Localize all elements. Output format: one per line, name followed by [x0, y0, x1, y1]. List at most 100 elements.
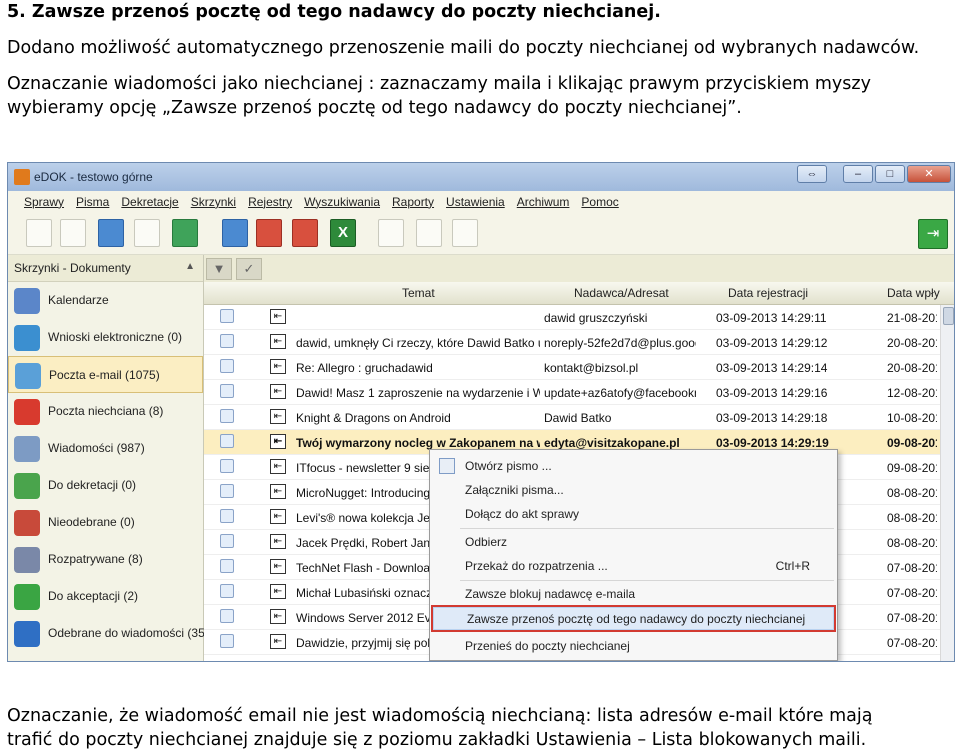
sidebar-item-label: Nieodebrane (0) [48, 515, 135, 529]
info-icon [14, 621, 40, 647]
sidebar-item[interactable]: Poczta e-mail (1075) [8, 356, 203, 393]
register-green-icon[interactable] [292, 219, 318, 247]
grid-header: Temat Nadawca/Adresat Data rejestracji D… [204, 282, 954, 305]
menu-item-receive[interactable]: Odbierz [431, 530, 836, 554]
new-document-icon[interactable] [26, 219, 52, 247]
panel-header: Skrzynki - Dokumenty ▲ [8, 255, 203, 282]
incoming-mail-icon: ⇤ [270, 309, 286, 324]
sidebar-item[interactable]: Wiadomości (987) [8, 430, 203, 467]
menu-item-attachments[interactable]: Załączniki pisma... [431, 478, 836, 502]
globe-icon [14, 325, 40, 351]
menu-item-attach-to-case[interactable]: Dołącz do akt sprawy [431, 502, 836, 526]
sidebar-item[interactable]: Kalendarze [8, 282, 203, 319]
register-red-icon[interactable] [256, 219, 282, 247]
menu-item-block-sender[interactable]: Zawsze blokuj nadawcę e-maila [431, 582, 836, 606]
refresh-register-icon[interactable] [222, 219, 248, 247]
table-row[interactable]: ⇤ Knight & Dragons on Android Dawid Batko 0… [204, 405, 954, 430]
incoming-mail-icon: ⇤ [270, 359, 286, 374]
menu-skrzynki[interactable]: Skrzynki [185, 191, 242, 213]
paragraph-instructions-line-1: Oznaczanie wiadomości jako niechcianej :… [7, 74, 871, 94]
menu-separator [460, 580, 834, 581]
status-icon [220, 434, 234, 448]
cell-sender: noreply-52fe2d7d@plus.goog [544, 336, 696, 350]
sidebar-item[interactable]: Rozpatrywane (8) [8, 541, 203, 578]
column-header-registration-date[interactable]: Data rejestracji [728, 286, 808, 300]
table-row[interactable]: ⇤ Dawid! Masz 1 zaproszenie na wydarzenie… [204, 380, 954, 405]
menu-raporty[interactable]: Raporty [386, 191, 440, 213]
menu-wyszukiwania[interactable]: Wyszukiwania [298, 191, 386, 213]
menu-item-label: Zawsze przenoś pocztę od tego nadawcy do… [467, 612, 806, 626]
sidebar-item-label: Odebrane do wiadomości (35) [48, 626, 209, 640]
menu-item-move-to-junk[interactable]: Przenieś do poczty niechcianej [431, 634, 836, 658]
sidebar-item[interactable]: Do akceptacji (2) [8, 578, 203, 615]
menu-item-always-move-to-junk[interactable]: Zawsze przenoś pocztę od tego nadawcy do… [431, 605, 836, 632]
cell-date2: 07-08-201 [887, 586, 937, 600]
sidebar-item[interactable]: Wnioski elektroniczne (0) [8, 319, 203, 356]
menu-rejestry[interactable]: Rejestry [242, 191, 298, 213]
cell-date2: 08-08-201 [887, 511, 937, 525]
sidebar-item[interactable]: Odebrane do wiadomości (35) [8, 615, 209, 652]
import-document-icon[interactable] [98, 219, 124, 247]
menu-dekretacje[interactable]: Dekretacje [115, 191, 184, 213]
menu-item-forward[interactable]: Przekaż do rozpatrzenia ... Ctrl+R [431, 554, 836, 578]
menu-pisma[interactable]: Pisma [70, 191, 115, 213]
menu-archiwum[interactable]: Archiwum [511, 191, 576, 213]
paragraph-blocked-list-line-2: trafić do poczty niechcianej znajduje si… [7, 730, 867, 750]
cell-date2: 12-08-201 [887, 386, 937, 400]
table-row[interactable]: ⇤ dawid, umknęły Ci rzeczy, które Dawid B… [204, 330, 954, 355]
status-icon [220, 309, 234, 323]
panel-title: Skrzynki - Dokumenty [14, 261, 131, 275]
filter-check-icon[interactable]: ✓ [236, 258, 262, 280]
table-row[interactable]: ⇤ dawid gruszczyński 03-09-2013 14:29:11 21… [204, 305, 954, 330]
column-header-sender[interactable]: Nadawca/Adresat [574, 286, 669, 300]
column-header-receipt-date[interactable]: Data wpły [887, 286, 940, 300]
exit-icon[interactable]: ⇥ [918, 219, 948, 249]
filter-funnel-icon[interactable]: ▼ [206, 258, 232, 280]
incoming-mail-icon: ⇤ [270, 509, 286, 524]
title-bar: eDOK - testowo górne ⇔ – □ ✕ [8, 163, 954, 191]
cell-topic: Re: Allegro : gruchadawid [296, 361, 433, 375]
collapse-arrow-icon[interactable]: ▲ [185, 261, 195, 272]
maximize-button[interactable]: □ [875, 165, 905, 183]
incoming-mail-icon: ⇤ [270, 384, 286, 399]
menu-item-label: Załączniki pisma... [465, 483, 564, 497]
print-icon[interactable] [378, 219, 404, 247]
close-button[interactable]: ✕ [907, 165, 951, 183]
edit-document-icon[interactable] [172, 219, 198, 247]
minimize-button[interactable]: – [843, 165, 873, 183]
restore-size-button[interactable]: ⇔ [797, 165, 827, 183]
excel-export-icon[interactable]: X [330, 219, 356, 247]
print-preview-icon[interactable] [416, 219, 442, 247]
menu-item-label: Zawsze blokuj nadawcę e-maila [465, 587, 636, 601]
menu-pomoc[interactable]: Pomoc [575, 191, 624, 213]
sidebar-item[interactable]: Poczta niechciana (8) [8, 393, 203, 430]
table-row[interactable]: ⇤ Re: Allegro : gruchadawid kontakt@bizsol… [204, 355, 954, 380]
sidebar-item-label: Poczta e-mail (1075) [49, 368, 160, 382]
cell-date2: 21-08-201 [887, 311, 937, 325]
incoming-mail-icon: ⇤ [270, 334, 286, 349]
cell-date: 03-09-2013 14:29:19 [716, 436, 829, 450]
menu-item-label: Przekaż do rozpatrzenia ... [465, 559, 608, 573]
add-document-icon[interactable] [60, 219, 86, 247]
column-header-topic[interactable]: Temat [402, 286, 435, 300]
no-entry-icon [14, 399, 40, 425]
tree-icon [14, 473, 40, 499]
status-icon [220, 484, 234, 498]
incoming-mail-icon: ⇤ [270, 609, 286, 624]
vertical-scrollbar[interactable] [940, 305, 954, 661]
status-icon [220, 509, 234, 523]
incoming-mail-icon: ⇤ [270, 584, 286, 599]
print-envelope-icon[interactable] [452, 219, 478, 247]
cell-topic: Twój wymarzony nocleg w Zakopanem na wyj… [296, 436, 540, 450]
cell-topic: dawid, umknęły Ci rzeczy, które Dawid Ba… [296, 336, 540, 350]
scroll-thumb[interactable] [943, 307, 954, 325]
mailbox-list: Kalendarze Wnioski elektroniczne (0) Poczt… [8, 282, 209, 652]
sidebar-item[interactable]: Do dekretacji (0) [8, 467, 203, 504]
menu-item-open-document[interactable]: Otwórz pismo ... [431, 454, 836, 478]
copy-document-icon[interactable] [134, 219, 160, 247]
cell-date2: 20-08-201 [887, 336, 937, 350]
menu-ustawienia[interactable]: Ustawienia [440, 191, 511, 213]
menu-sprawy[interactable]: Sprawy [18, 191, 70, 213]
sidebar-item[interactable]: Nieodebrane (0) [8, 504, 203, 541]
status-icon [220, 584, 234, 598]
